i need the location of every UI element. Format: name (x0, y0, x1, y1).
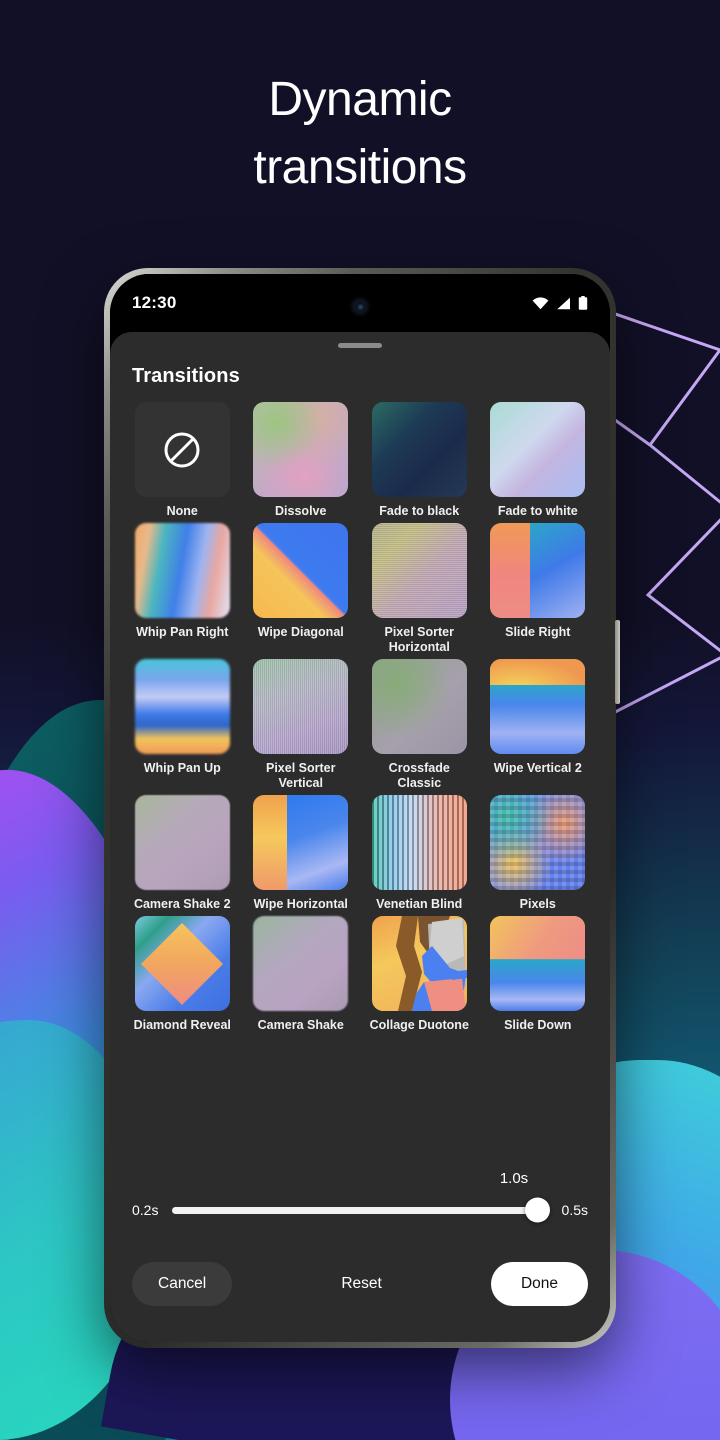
transition-label: Wipe Horizontal (254, 897, 348, 912)
headline-line-1: Dynamic (0, 66, 720, 134)
transition-item-diamond-reveal[interactable]: Diamond Reveal (132, 916, 233, 1033)
transition-thumbnail (135, 402, 230, 497)
transition-item-pixels[interactable]: Pixels (488, 795, 589, 912)
duration-slider-row: 0.2s 0.5s (132, 1202, 588, 1218)
wifi-icon (532, 297, 549, 310)
done-button[interactable]: Done (491, 1262, 588, 1306)
transition-item-camera-shake-2[interactable]: Camera Shake 2 (132, 795, 233, 912)
transition-thumbnail (135, 523, 230, 618)
transition-item-crossfade-classic[interactable]: Crossfade Classic (369, 659, 470, 791)
status-clock: 12:30 (132, 293, 176, 313)
transition-label: Fade to white (498, 504, 578, 519)
transition-thumbnail (490, 795, 585, 890)
transition-thumbnail (490, 916, 585, 1011)
duration-slider-track[interactable] (172, 1207, 547, 1214)
transition-label: Crossfade Classic (369, 761, 469, 791)
transitions-sheet: Transitions None (110, 332, 610, 1342)
transition-thumbnail (490, 659, 585, 754)
transition-label: Venetian Blind (376, 897, 462, 912)
transition-item-dissolve[interactable]: Dissolve (251, 402, 352, 519)
promo-headline: Dynamic transitions (0, 66, 720, 202)
transition-thumbnail (372, 659, 467, 754)
transition-thumbnail (135, 659, 230, 754)
transition-label: Pixels (520, 897, 556, 912)
transition-item-camera-shake[interactable]: Camera Shake (251, 916, 352, 1033)
transition-thumbnail (372, 523, 467, 618)
transition-label: Camera Shake 2 (134, 897, 231, 912)
transition-label: Pixel Sorter Horizontal (369, 625, 469, 655)
phone-side-button (615, 620, 620, 704)
transition-item-none[interactable]: None (132, 402, 233, 519)
transition-thumbnail (253, 659, 348, 754)
transition-label: Dissolve (275, 504, 326, 519)
transition-thumbnail (253, 795, 348, 890)
transition-label: Camera Shake (258, 1018, 344, 1033)
duration-slider-area: 1.0s 0.2s 0.5s (110, 1164, 610, 1256)
no-transition-icon (162, 430, 202, 470)
transition-item-slide-right[interactable]: Slide Right (488, 523, 589, 655)
status-icons (532, 296, 588, 310)
transition-thumbnail (135, 916, 230, 1011)
transition-label: Whip Pan Up (144, 761, 221, 776)
battery-icon (578, 296, 588, 310)
transition-thumbnail (490, 402, 585, 497)
transition-item-whip-pan-up[interactable]: Whip Pan Up (132, 659, 233, 791)
reset-button[interactable]: Reset (341, 1275, 382, 1293)
transition-label: Wipe Vertical 2 (494, 761, 582, 776)
transition-label: Pixel Sorter Vertical (251, 761, 351, 791)
sheet-title: Transitions (110, 348, 610, 388)
transition-thumbnail (253, 402, 348, 497)
transition-thumbnail (372, 916, 467, 1011)
sheet-footer: Cancel Reset Done (110, 1256, 610, 1342)
transition-item-slide-down[interactable]: Slide Down (488, 916, 589, 1033)
phone-mockup: 12:30 Transitions (104, 268, 616, 1348)
transition-item-fade-to-black[interactable]: Fade to black (369, 402, 470, 519)
transition-thumbnail (372, 402, 467, 497)
front-camera-punchhole (354, 300, 367, 313)
cancel-button[interactable]: Cancel (132, 1262, 232, 1306)
transition-thumbnail (490, 523, 585, 618)
transition-item-venetian-blind[interactable]: Venetian Blind (369, 795, 470, 912)
transitions-grid: None Dissolve Fade to black Fade to whit… (110, 388, 610, 1033)
transition-label: Slide Down (504, 1018, 571, 1033)
transition-item-fade-to-white[interactable]: Fade to white (488, 402, 589, 519)
duration-max-label: 0.5s (562, 1202, 588, 1218)
transition-label: Collage Duotone (370, 1018, 469, 1033)
headline-line-2: transitions (0, 134, 720, 202)
transition-thumbnail (253, 916, 348, 1011)
transition-label: None (167, 504, 198, 519)
status-bar: 12:30 (110, 274, 610, 332)
transition-label: Whip Pan Right (136, 625, 228, 640)
cellular-signal-icon (556, 297, 571, 310)
transition-label: Wipe Diagonal (258, 625, 344, 640)
transition-label: Diamond Reveal (134, 1018, 231, 1033)
transition-thumbnail (253, 523, 348, 618)
duration-min-label: 0.2s (132, 1202, 158, 1218)
transition-item-whip-pan-right[interactable]: Whip Pan Right (132, 523, 233, 655)
transition-label: Slide Right (505, 625, 570, 640)
phone-screen: 12:30 Transitions (110, 274, 610, 1342)
transition-item-wipe-diagonal[interactable]: Wipe Diagonal (251, 523, 352, 655)
transition-item-pixel-sorter-vertical[interactable]: Pixel Sorter Vertical (251, 659, 352, 791)
transition-thumbnail (372, 795, 467, 890)
transition-item-pixel-sorter-horizontal[interactable]: Pixel Sorter Horizontal (369, 523, 470, 655)
duration-value-label: 1.0s (500, 1170, 528, 1187)
transition-thumbnail (135, 795, 230, 890)
transition-item-wipe-horizontal[interactable]: Wipe Horizontal (251, 795, 352, 912)
transition-item-collage-duotone[interactable]: Collage Duotone (369, 916, 470, 1033)
transition-item-wipe-vertical-2[interactable]: Wipe Vertical 2 (488, 659, 589, 791)
duration-slider-thumb[interactable] (525, 1198, 550, 1223)
transition-label: Fade to black (379, 504, 459, 519)
